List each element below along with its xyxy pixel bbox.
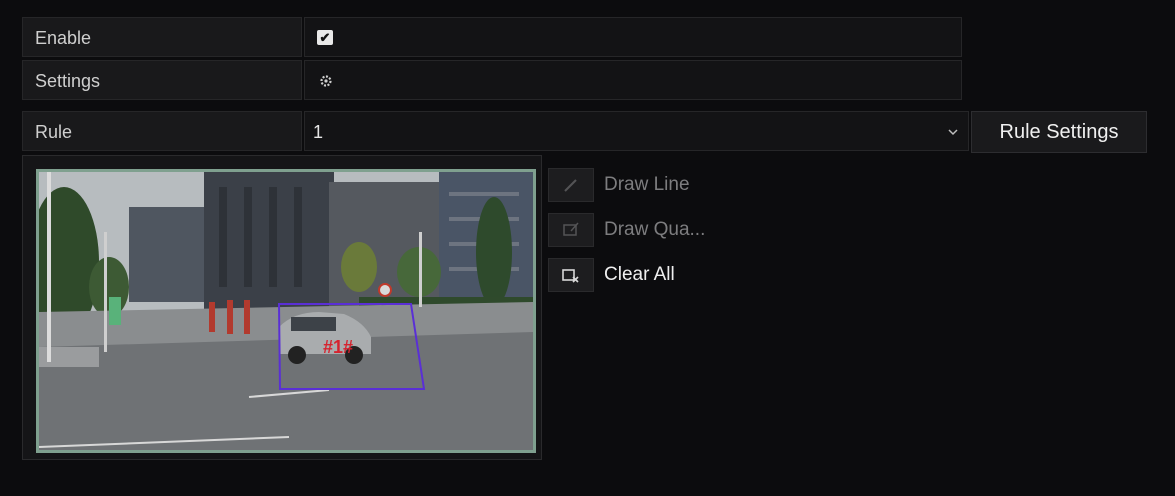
camera-scene: #1# [39,172,533,450]
rule-select[interactable]: 1 [304,111,969,151]
rule-settings-button[interactable]: Rule Settings [971,111,1147,153]
chevron-down-icon [948,129,958,136]
enable-value-cell: ✔ [304,17,962,57]
settings-value-cell [304,60,962,100]
draw-line-label: Draw Line [604,174,690,195]
region-label: #1# [323,337,353,357]
rule-select-value: 1 [313,122,324,142]
rule-label: Rule [22,111,302,151]
pencil-icon [548,168,594,202]
camera-preview[interactable]: #1# [36,169,536,453]
clear-icon [548,258,594,292]
gear-icon[interactable] [318,73,334,89]
settings-label: Settings [22,60,302,100]
enable-label: Enable [22,17,302,57]
draw-quad-label: Draw Qua... [604,219,706,240]
edit-shape-icon [548,213,594,247]
clear-all-label: Clear All [604,264,675,285]
enable-checkbox[interactable]: ✔ [317,30,333,45]
